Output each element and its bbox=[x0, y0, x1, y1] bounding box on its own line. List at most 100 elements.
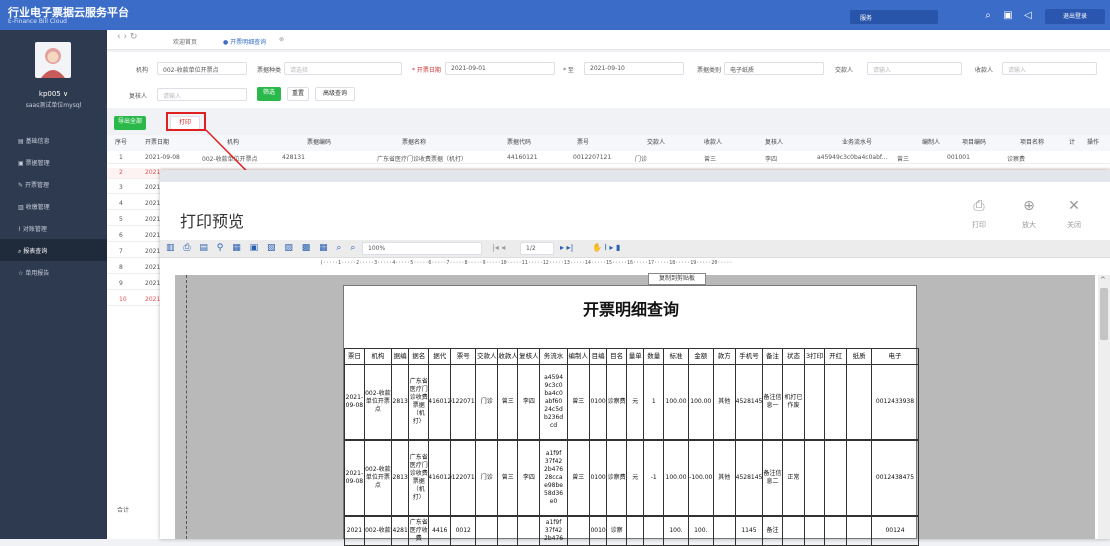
printer-icon[interactable]: ⎙ bbox=[967, 198, 991, 214]
report-col-header: 票日 bbox=[344, 348, 365, 365]
report-cell: 1145 bbox=[734, 516, 764, 546]
report-cell: -100.00 bbox=[687, 440, 714, 516]
report-cell: 4281 bbox=[391, 516, 410, 546]
report-cell: 2021 bbox=[344, 516, 365, 546]
report-cell: 0012 bbox=[450, 516, 477, 546]
report-cell: 0012207120 bbox=[450, 440, 477, 516]
report-cell: 机打已作废 bbox=[781, 364, 806, 440]
report-cell: 备注信息二 bbox=[762, 440, 783, 516]
preview-toolbar: ▥ ⎙ ▤ ⚲ ▦ ▣ ▧ ▨ ▩ ▦ ⌕ ⌕ 100% |◂ ◂ 1/2 ▸ … bbox=[160, 240, 1110, 258]
report-col-header: 交款人 bbox=[475, 348, 499, 365]
report-cell: 2021-09-08 bbox=[344, 440, 365, 516]
dialog-title: 打印预览 bbox=[180, 212, 245, 231]
report-cell: 其他 bbox=[712, 440, 736, 516]
report-cell: 001001 bbox=[588, 364, 608, 440]
first-page-icon[interactable]: |◂ ◂ bbox=[492, 243, 505, 252]
report-cell: 11452814524 bbox=[734, 364, 764, 440]
report-cell bbox=[804, 364, 825, 440]
report-cell bbox=[475, 516, 499, 546]
report-cell bbox=[823, 440, 848, 516]
report-cell bbox=[846, 440, 872, 516]
report-cell: 100.00 bbox=[663, 440, 689, 516]
report-cell: 100. bbox=[687, 516, 714, 546]
report-col-header: 票号 bbox=[450, 348, 477, 365]
report-cell: 002-收款 bbox=[363, 516, 392, 546]
report-cell: 4416 bbox=[428, 516, 452, 546]
report-cell bbox=[823, 364, 848, 440]
zoom-in-label[interactable]: 放大 bbox=[1017, 220, 1041, 230]
report-cell: 1 bbox=[643, 364, 665, 440]
report-cell: 曾三 bbox=[566, 440, 590, 516]
report-cell bbox=[517, 516, 541, 546]
report-cell bbox=[712, 516, 736, 546]
report-col-header: 金额 bbox=[687, 348, 714, 365]
report-cell: a4594 9c3c0 ba4c0 abf60 24c5d b236d cd bbox=[539, 364, 568, 440]
report-col-header: 目名 bbox=[606, 348, 628, 365]
report-cell: 11452814524 bbox=[734, 440, 764, 516]
zoom-select[interactable]: 100% bbox=[362, 242, 482, 255]
report-cell: 李四 bbox=[517, 440, 541, 516]
report-cell bbox=[643, 516, 665, 546]
report-col-header: 编制人 bbox=[566, 348, 590, 365]
dialog-header-bar bbox=[160, 170, 1110, 182]
report-cell bbox=[566, 516, 590, 546]
report-cell bbox=[626, 516, 645, 546]
select-tools-icon[interactable]: ✋ I ▸ ▮ bbox=[592, 243, 620, 252]
report-cell: 428131 bbox=[391, 364, 410, 440]
print-label[interactable]: 打印 bbox=[967, 220, 991, 230]
scrollbar-thumb[interactable] bbox=[1100, 288, 1108, 340]
close-label[interactable]: 关闭 bbox=[1062, 220, 1086, 230]
vertical-ruler bbox=[175, 275, 187, 539]
report-cell: 其他 bbox=[712, 364, 736, 440]
report-cell: 曾三 bbox=[497, 364, 519, 440]
report-cell: 元 bbox=[626, 440, 645, 516]
report-cell: 002-收款单位开票点 bbox=[363, 364, 392, 440]
report-cell: 曾三 bbox=[566, 364, 590, 440]
report-cell bbox=[823, 516, 848, 546]
report-col-header: 纸质 bbox=[846, 348, 872, 365]
report-cell: 428131 bbox=[391, 440, 410, 516]
report-cell bbox=[804, 516, 825, 546]
report-cell: 2021-09-08 bbox=[344, 364, 365, 440]
toolbar-icons[interactable]: ▥ ⎙ ▤ ⚲ ▦ ▣ ▧ ▨ ▩ ▦ ⌕ ⌕ bbox=[166, 243, 358, 253]
report-col-header: 备注 bbox=[762, 348, 783, 365]
report-col-header: 据名 bbox=[408, 348, 430, 365]
report-cell bbox=[846, 364, 872, 440]
report-col-header: 收款人 bbox=[497, 348, 519, 365]
report-cell: 诊察 bbox=[606, 516, 628, 546]
report-cell: 备注 bbox=[762, 516, 783, 546]
report-col-header: 复核人 bbox=[517, 348, 541, 365]
report-cell: 元 bbox=[626, 364, 645, 440]
report-cell bbox=[497, 516, 519, 546]
report-cell: 100.00 bbox=[663, 364, 689, 440]
report-title: 开票明细查询 bbox=[582, 300, 679, 319]
report-cell: 广东省医疗收费 bbox=[408, 516, 430, 546]
report-col-header: 状态 bbox=[781, 348, 806, 365]
report-col-header: 目编 bbox=[588, 348, 608, 365]
report-cell: 002-收款单位开票点 bbox=[363, 440, 392, 516]
report-cell bbox=[804, 440, 825, 516]
ruler: )·····1·····2·····3·····4·····5·····6···… bbox=[320, 260, 733, 266]
report-cell: 001001 bbox=[588, 440, 608, 516]
zoom-in-icon[interactable]: ⊕ bbox=[1017, 198, 1041, 214]
print-preview-dialog: 打印预览 ⎙ 打印 ⊕ 放大 ✕ 关闭 ▥ ⎙ ▤ ⚲ ▦ ▣ ▧ ▨ ▩ ▦ … bbox=[160, 170, 1110, 546]
tooltip: 复制到剪贴板 bbox=[648, 273, 706, 285]
report-cell: 正常 bbox=[781, 440, 806, 516]
report-cell: a1f9f 37f42 2b476 bbox=[539, 516, 568, 546]
report-cell bbox=[781, 516, 806, 546]
report-cell: 0010 bbox=[588, 516, 608, 546]
report-cell: 李四 bbox=[517, 364, 541, 440]
report-cell: 备注信息一 bbox=[762, 364, 783, 440]
report-cell: 诊察费 bbox=[606, 440, 628, 516]
report-cell bbox=[846, 516, 872, 546]
report-cell: 0012207121 bbox=[450, 364, 477, 440]
close-icon[interactable]: ✕ bbox=[1062, 198, 1086, 214]
next-page-icon[interactable]: ▸ ▸| bbox=[560, 243, 573, 252]
report-cell: 44160121 bbox=[428, 364, 452, 440]
report-col-header: 务流水 bbox=[539, 348, 568, 365]
scroll-up-icon[interactable]: ^ bbox=[1100, 276, 1106, 284]
page-input[interactable]: 1/2 bbox=[520, 242, 554, 255]
report-col-header: 机构 bbox=[363, 348, 392, 365]
report-cell: 0012438475 bbox=[870, 440, 919, 516]
report-col-header: 量单 bbox=[626, 348, 645, 365]
